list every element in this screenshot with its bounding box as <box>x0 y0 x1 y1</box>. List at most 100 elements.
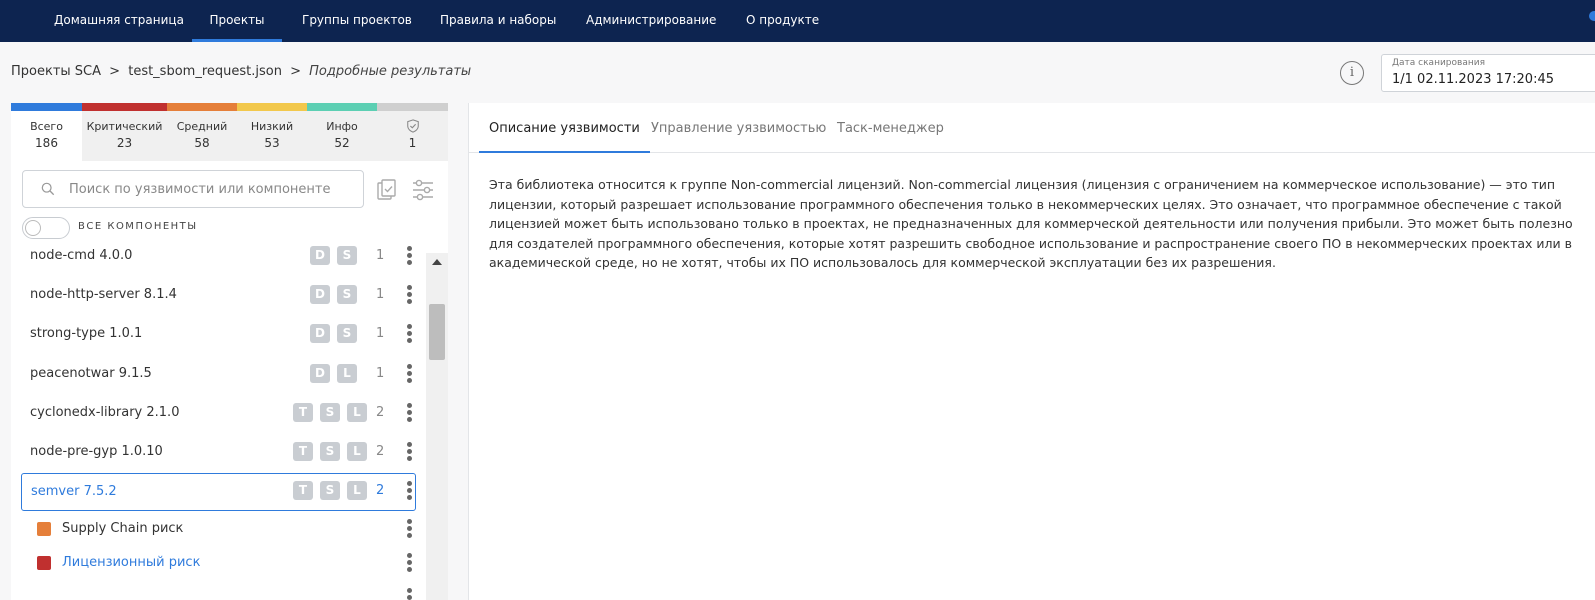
vulnerability-description: Эта библиотека относится к группе Non-co… <box>489 177 1573 271</box>
nav-item-project-groups[interactable]: Группы проектов <box>302 0 412 42</box>
component-row-selected[interactable]: semver 7.5.2 T S L 2 <box>21 473 416 511</box>
tab-severity-medium[interactable]: Средний 58 <box>167 111 237 161</box>
breadcrumb-separator: > <box>109 64 121 79</box>
component-name: strong-type 1.0.1 <box>30 326 143 341</box>
more-options-icon[interactable] <box>405 518 413 540</box>
list-scrollbar[interactable] <box>426 253 448 600</box>
supply-chain-risk-icon <box>37 522 51 536</box>
risk-label: Лицензионный риск <box>62 555 201 570</box>
tab-task-manager[interactable]: Таск-менеджер <box>837 103 944 153</box>
scroll-up-icon[interactable] <box>432 259 442 265</box>
severity-bar-resolved <box>377 103 448 111</box>
shield-check-icon <box>406 119 419 133</box>
badge-icon: S <box>337 285 357 304</box>
tab-management[interactable]: Управление уязвимостью <box>651 103 826 153</box>
component-name: peacenotwar 9.1.5 <box>30 366 152 381</box>
nav-item-rules[interactable]: Правила и наборы <box>440 0 556 42</box>
badge-icon: S <box>320 481 340 500</box>
badge-icon: D <box>310 246 330 265</box>
scan-date-value: 1/1 02.11.2023 17:20:45 <box>1392 72 1555 87</box>
component-count: 1 <box>376 326 385 341</box>
severity-bar-low <box>237 103 307 111</box>
component-count: 1 <box>376 287 385 302</box>
nav-item-administration[interactable]: Администрирование <box>586 0 716 42</box>
severity-label: Инфо <box>326 120 358 133</box>
breadcrumb-projects[interactable]: Проекты SCA <box>11 64 101 79</box>
component-name: node-cmd 4.0.0 <box>30 248 133 263</box>
nav-item-home[interactable]: Домашняя страница <box>54 0 184 42</box>
badge-icon: L <box>347 481 367 500</box>
tab-severity-all[interactable]: Всего 186 <box>11 111 82 161</box>
badge-icon: D <box>310 364 330 383</box>
breadcrumb-project[interactable]: test_sbom_request.json <box>128 64 282 79</box>
breadcrumb-current: Подробные результаты <box>309 64 472 79</box>
badge-icon: S <box>337 246 357 265</box>
badge-icon: L <box>347 442 367 461</box>
info-icon[interactable]: i <box>1340 61 1364 85</box>
nav-item-about[interactable]: О продукте <box>746 0 819 42</box>
tab-severity-info[interactable]: Инфо 52 <box>307 111 377 161</box>
severity-count: 58 <box>194 136 210 150</box>
more-options-icon[interactable] <box>405 552 413 574</box>
component-name: semver 7.5.2 <box>31 484 117 499</box>
scrollbar-thumb[interactable] <box>429 304 445 360</box>
scan-date-label: Дата сканирования <box>1392 58 1485 68</box>
risk-item-license[interactable]: Лицензионный риск <box>21 548 416 578</box>
more-options-icon[interactable] <box>405 402 413 424</box>
component-count: 2 <box>376 405 385 420</box>
severity-label: Средний <box>176 120 228 133</box>
user-avatar[interactable] <box>1589 11 1595 21</box>
tab-severity-low[interactable]: Низкий 53 <box>237 111 307 161</box>
severity-bar-info <box>307 103 377 111</box>
component-count: 1 <box>376 366 385 381</box>
severity-count: 186 <box>35 136 58 150</box>
component-row[interactable]: node-pre-gyp 1.0.10 T S L 2 <box>21 434 416 472</box>
vulnerability-detail-panel: Описание уязвимости Управление уязвимост… <box>468 103 1595 600</box>
more-options-icon[interactable] <box>405 587 413 600</box>
more-options-icon[interactable] <box>405 363 413 385</box>
filter-sliders-icon[interactable] <box>411 178 435 202</box>
components-panel: Всего 186 Критический 23 Средний 58 Низк… <box>11 103 448 600</box>
severity-bar-critical <box>82 103 167 111</box>
scan-date-select[interactable]: Дата сканирования 1/1 02.11.2023 17:20:4… <box>1381 54 1595 92</box>
component-row[interactable]: node-cmd 4.0.0 D S 1 <box>21 243 416 276</box>
severity-count: 53 <box>264 136 280 150</box>
risk-item-next[interactable] <box>21 583 416 600</box>
severity-bar-all <box>11 103 82 111</box>
more-options-icon[interactable] <box>405 245 413 267</box>
severity-count: 23 <box>116 136 133 150</box>
severity-label: Всего <box>30 120 63 133</box>
badge-icon: T <box>293 442 313 461</box>
toggle-knob <box>25 220 41 236</box>
risk-item-supply-chain[interactable]: Supply Chain риск <box>21 514 416 544</box>
clipboard-check-icon[interactable] <box>375 178 399 202</box>
severity-count: 52 <box>334 136 350 150</box>
badge-icon: L <box>347 403 367 422</box>
search-input[interactable] <box>69 180 349 198</box>
component-row[interactable]: peacenotwar 9.1.5 D L 1 <box>21 356 416 394</box>
detail-tabs: Описание уязвимости Управление уязвимост… <box>469 103 1595 153</box>
badge-icon: D <box>310 285 330 304</box>
search-field[interactable] <box>22 170 364 208</box>
badge-icon: D <box>310 324 330 343</box>
more-options-icon[interactable] <box>405 480 413 502</box>
more-options-icon[interactable] <box>405 323 413 345</box>
tab-description[interactable]: Описание уязвимости <box>479 103 650 153</box>
more-options-icon[interactable] <box>405 284 413 306</box>
component-name: cyclonedx-library 2.1.0 <box>30 405 180 420</box>
component-row[interactable]: node-http-server 8.1.4 D S 1 <box>21 277 416 315</box>
more-options-icon[interactable] <box>405 441 413 463</box>
tab-severity-critical[interactable]: Критический 23 <box>82 111 167 161</box>
nav-item-projects[interactable]: Проекты <box>192 0 282 42</box>
component-name: node-http-server 8.1.4 <box>30 287 177 302</box>
severity-bar-medium <box>167 103 237 111</box>
tab-severity-resolved[interactable]: 1 <box>377 111 448 161</box>
risk-label: Supply Chain риск <box>62 521 184 536</box>
badge-icon: S <box>320 403 340 422</box>
badge-icon: T <box>293 403 313 422</box>
component-row[interactable]: cyclonedx-library 2.1.0 T S L 2 <box>21 395 416 433</box>
components-list: node-cmd 4.0.0 D S 1 node-http-server 8.… <box>11 243 426 600</box>
component-count: 1 <box>376 248 385 263</box>
all-components-toggle[interactable] <box>22 217 70 239</box>
component-row[interactable]: strong-type 1.0.1 D S 1 <box>21 316 416 354</box>
